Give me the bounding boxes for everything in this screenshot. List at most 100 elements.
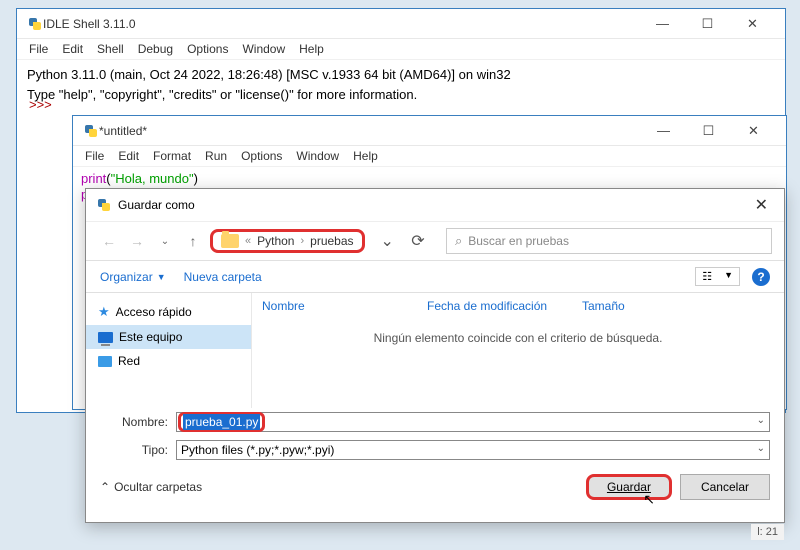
chevron-down-icon: ▼ — [157, 272, 166, 282]
python-icon — [27, 16, 43, 32]
dialog-titlebar: Guardar como ✕ — [86, 189, 784, 222]
file-browser-area: ★ Acceso rápido Este equipo Red Nombre F… — [86, 293, 784, 408]
nav-network[interactable]: Red — [86, 349, 251, 373]
cancel-button[interactable]: Cancelar — [680, 474, 770, 500]
editor-menubar: File Edit Format Run Options Window Help — [73, 146, 786, 167]
save-as-dialog: Guardar como ✕ ← → ⌄ ↑ « Python › prueba… — [85, 188, 785, 523]
menu-edit[interactable]: Edit — [62, 42, 83, 56]
dropdown-icon[interactable]: ⌄ — [757, 415, 765, 426]
dropdown-history-icon[interactable]: ⌄ — [154, 236, 176, 247]
search-icon: ⌕ — [455, 233, 462, 249]
menu-window[interactable]: Window — [242, 42, 285, 56]
breadcrumb-item[interactable]: pruebas — [310, 234, 353, 248]
filename-label: Nombre: — [100, 415, 168, 429]
dialog-footer: ⌃ Ocultar carpetas Guardar ↖ Cancelar — [86, 464, 784, 510]
col-size[interactable]: Tamaño — [582, 299, 662, 313]
menu-shell[interactable]: Shell — [97, 42, 124, 56]
new-folder-button[interactable]: Nueva carpeta — [184, 270, 262, 284]
breadcrumb-item[interactable]: Python — [257, 234, 294, 248]
shell-line2: Type "help", "copyright", "credits" or "… — [27, 87, 417, 102]
window-controls: — ☐ ✕ — [640, 10, 775, 38]
shell-menubar: File Edit Shell Debug Options Window Hel… — [17, 39, 785, 60]
minimize-button[interactable]: — — [641, 117, 686, 145]
folder-icon — [221, 234, 239, 248]
view-mode-icon: ☷ — [696, 268, 718, 285]
network-icon — [98, 356, 112, 367]
menu-options[interactable]: Options — [241, 149, 282, 163]
help-icon[interactable]: ? — [752, 268, 770, 286]
code-keyword: print — [81, 171, 106, 186]
shell-titlebar: IDLE Shell 3.11.0 — ☐ ✕ — [17, 9, 785, 39]
nav-label: Red — [118, 354, 140, 368]
nav-label: Acceso rápido — [116, 305, 192, 319]
window-controls: — ☐ ✕ — [641, 117, 776, 145]
dialog-toolbar: Organizar ▼ Nueva carpeta ☷▼ ? — [86, 260, 784, 293]
filetype-value: Python files (*.py;*.pyw;*.pyi) — [181, 443, 334, 457]
filename-row: Nombre: prueba_01.py ⌄ — [86, 408, 784, 436]
organize-button[interactable]: Organizar ▼ — [100, 270, 166, 284]
save-button[interactable]: Guardar ↖ — [586, 474, 672, 500]
maximize-button[interactable]: ☐ — [685, 10, 730, 38]
python-icon — [83, 123, 99, 139]
shell-prompt: >>> — [29, 97, 52, 112]
col-name[interactable]: Nombre — [262, 299, 427, 313]
col-date[interactable]: Fecha de modificación — [427, 299, 582, 313]
refresh-icon[interactable]: ⟳ — [406, 231, 430, 251]
menu-file[interactable]: File — [85, 149, 104, 163]
menu-options[interactable]: Options — [187, 42, 228, 56]
nav-this-pc[interactable]: Este equipo — [86, 325, 251, 349]
dialog-title-text: Guardar como — [118, 198, 195, 212]
menu-window[interactable]: Window — [296, 149, 339, 163]
editor-titlebar: *untitled* — ☐ ✕ — [73, 116, 786, 146]
search-input[interactable]: ⌕ Buscar en pruebas — [446, 228, 772, 254]
filetype-row: Tipo: Python files (*.py;*.pyw;*.pyi) ⌄ — [86, 436, 784, 464]
menu-edit[interactable]: Edit — [118, 149, 139, 163]
file-list-pane[interactable]: Nombre Fecha de modificación Tamaño Ning… — [251, 293, 784, 408]
hide-folders-label: Ocultar carpetas — [114, 480, 202, 494]
navigation-row: ← → ⌄ ↑ « Python › pruebas ⌄ ⟳ ⌕ Buscar … — [86, 222, 784, 260]
view-toggle[interactable]: ☷▼ — [695, 267, 740, 286]
empty-message: Ningún elemento coincide con el criterio… — [252, 331, 784, 345]
status-bar: l: 21 — [751, 524, 784, 540]
minimize-button[interactable]: — — [640, 10, 685, 38]
shell-title: IDLE Shell 3.11.0 — [43, 17, 640, 31]
menu-file[interactable]: File — [29, 42, 48, 56]
nav-label: Este equipo — [119, 330, 182, 344]
menu-run[interactable]: Run — [205, 149, 227, 163]
hide-folders-toggle[interactable]: ⌃ Ocultar carpetas — [100, 480, 202, 494]
close-button[interactable]: ✕ — [730, 10, 775, 38]
code-string: "Hola, mundo" — [111, 171, 194, 186]
navigation-pane: ★ Acceso rápido Este equipo Red — [86, 293, 251, 408]
shell-line1: Python 3.11.0 (main, Oct 24 2022, 18:26:… — [27, 67, 511, 82]
column-headers: Nombre Fecha de modificación Tamaño — [252, 297, 784, 315]
filetype-select[interactable]: Python files (*.py;*.pyw;*.pyi) ⌄ — [176, 440, 770, 460]
close-button[interactable]: ✕ — [731, 117, 776, 145]
python-icon — [96, 197, 112, 213]
editor-title: *untitled* — [99, 124, 641, 138]
search-placeholder: Buscar en pruebas — [468, 234, 569, 248]
back-arrow-icon[interactable]: ← — [98, 233, 120, 249]
menu-format[interactable]: Format — [153, 149, 191, 163]
prompt-gutter: >>> — [29, 97, 52, 113]
star-icon: ★ — [98, 304, 110, 320]
filename-input[interactable]: prueba_01.py ⌄ — [176, 412, 770, 432]
filename-value: prueba_01.py — [183, 414, 260, 430]
path-dropdown-icon[interactable]: ⌄ — [381, 231, 394, 251]
breadcrumb-sep: « — [245, 235, 251, 247]
menu-help[interactable]: Help — [353, 149, 378, 163]
nav-quick-access[interactable]: ★ Acceso rápido — [86, 299, 251, 325]
maximize-button[interactable]: ☐ — [686, 117, 731, 145]
filetype-label: Tipo: — [100, 443, 168, 457]
pc-icon — [98, 332, 113, 343]
close-icon[interactable]: ✕ — [749, 195, 774, 215]
shell-output-area[interactable]: Python 3.11.0 (main, Oct 24 2022, 18:26:… — [17, 60, 785, 112]
menu-debug[interactable]: Debug — [138, 42, 173, 56]
cursor-icon: ↖ — [643, 491, 655, 508]
forward-arrow-icon[interactable]: → — [126, 233, 148, 249]
chevron-down-icon: ▼ — [718, 268, 739, 285]
menu-help[interactable]: Help — [299, 42, 324, 56]
up-arrow-icon[interactable]: ↑ — [182, 233, 204, 249]
chevron-up-icon: ⌃ — [100, 480, 110, 494]
dropdown-icon[interactable]: ⌄ — [757, 443, 765, 454]
breadcrumb-path[interactable]: « Python › pruebas — [210, 229, 365, 253]
